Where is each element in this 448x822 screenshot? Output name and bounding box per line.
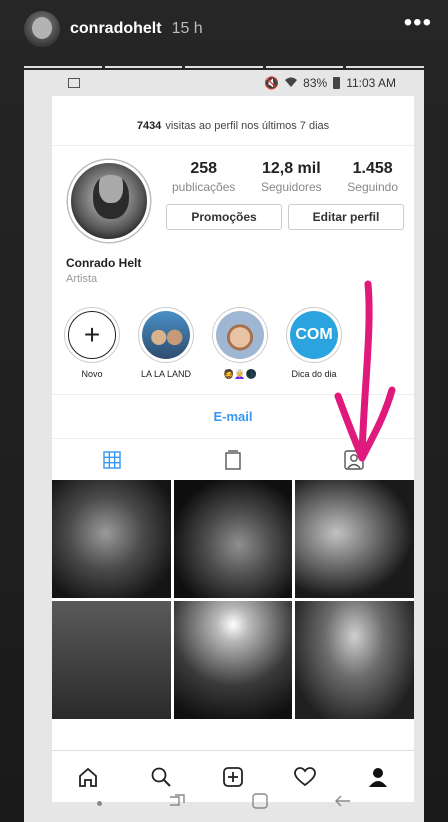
visits-text: visitas ao perfil nos últimos 7 dias [165, 119, 330, 132]
highlight-thumbnail [142, 311, 190, 359]
post-thumbnail[interactable] [295, 480, 414, 598]
phone-status-bar: 🔇 83% 11:03 AM [24, 70, 424, 96]
recents-icon[interactable] [169, 793, 185, 813]
visits-count: 7434 [136, 119, 162, 132]
highlight-label: LA LA LAND [140, 369, 192, 379]
highlight-new[interactable]: + Novo [62, 307, 122, 380]
instagram-profile: 7434 visitas ao perfil nos últimos 7 dia… [52, 96, 414, 802]
story-username[interactable]: conradohelt [70, 20, 162, 38]
posts-grid [52, 480, 414, 719]
more-options-icon[interactable]: ••• [404, 11, 432, 40]
stat-followers[interactable]: 12,8 mil Seguidores [261, 160, 322, 194]
progress-segment [265, 66, 344, 68]
highlight-thumbnail [216, 311, 264, 359]
tagged-icon[interactable] [343, 449, 365, 471]
stat-label: publicações [172, 180, 236, 194]
stat-label: Seguidores [260, 180, 322, 194]
grid-icon[interactable] [101, 449, 123, 471]
story-viewer: conradohelt 15 h ••• 🔇 83% 11:03 AM 7434… [0, 0, 448, 822]
story-timestamp: 15 h [171, 20, 203, 37]
progress-segment [24, 66, 102, 68]
story-highlights: + Novo LA LA LAND 🧔👩‍🦳🌑 COM Dica do dia [52, 285, 414, 380]
stat-following[interactable]: 1.458 Seguindo [347, 160, 398, 194]
post-thumbnail[interactable] [52, 480, 171, 598]
story-progress-bar [24, 66, 424, 68]
profile-name: Conrado Helt [66, 256, 142, 270]
profile-category: Artista [66, 273, 98, 285]
highlight-label: Novo [81, 369, 103, 379]
recent-dot-icon[interactable] [97, 800, 103, 806]
home-button-icon[interactable] [252, 792, 268, 814]
highlight-dica-do-dia[interactable]: COM Dica do dia [284, 307, 344, 380]
edit-profile-button[interactable]: Editar perfil [288, 204, 404, 230]
story-avatar[interactable] [24, 11, 60, 47]
wifi-icon [285, 76, 298, 90]
profile-stats: 258 publicações 12,8 mil Seguidores 1.45… [166, 160, 404, 194]
highlight-label: Dica do dia [291, 369, 337, 379]
highlight-la-la-land[interactable]: LA LA LAND [136, 307, 196, 380]
highlight-label: 🧔👩‍🦳🌑 [223, 369, 257, 379]
image-notification-icon [68, 78, 80, 88]
back-icon[interactable] [334, 794, 351, 813]
post-thumbnail[interactable] [52, 601, 171, 719]
post-thumbnail[interactable] [173, 480, 293, 598]
stat-value: 258 [190, 160, 218, 177]
post-thumbnail[interactable] [295, 601, 414, 719]
promotions-button[interactable]: Promoções [166, 204, 282, 230]
battery-percent: 83% [303, 76, 328, 90]
shared-screenshot: 🔇 83% 11:03 AM 7434 visitas ao perfil no… [24, 70, 424, 822]
profile-avatar[interactable] [68, 160, 150, 242]
mute-icon: 🔇 [264, 76, 280, 90]
battery-icon [333, 77, 341, 89]
progress-segment [346, 66, 424, 68]
stat-posts[interactable]: 258 publicações [172, 160, 235, 194]
profile-visits: 7434 visitas ao perfil nos últimos 7 dia… [52, 106, 414, 146]
highlight-thumbnail: COM [290, 311, 338, 359]
email-button[interactable]: E-mail [52, 394, 414, 438]
plus-icon: + [83, 319, 101, 350]
profile-header: 258 publicações 12,8 mil Seguidores 1.45… [52, 146, 414, 242]
clock: 11:03 AM [346, 76, 396, 90]
progress-segment [104, 66, 183, 68]
stat-value: 12,8 mil [261, 160, 321, 177]
highlight-emoji[interactable]: 🧔👩‍🦳🌑 [210, 307, 270, 380]
stat-label: Seguindo [347, 180, 398, 194]
progress-segment [185, 66, 263, 68]
profile-tabs [52, 438, 414, 480]
post-thumbnail[interactable] [173, 601, 293, 719]
stat-value: 1.458 [352, 160, 393, 177]
igtv-icon[interactable] [222, 449, 244, 471]
story-header: conradohelt 15 h ••• [24, 10, 432, 48]
android-navigation-bar [24, 784, 424, 822]
profile-bio: Conrado Helt Artista [52, 242, 414, 285]
